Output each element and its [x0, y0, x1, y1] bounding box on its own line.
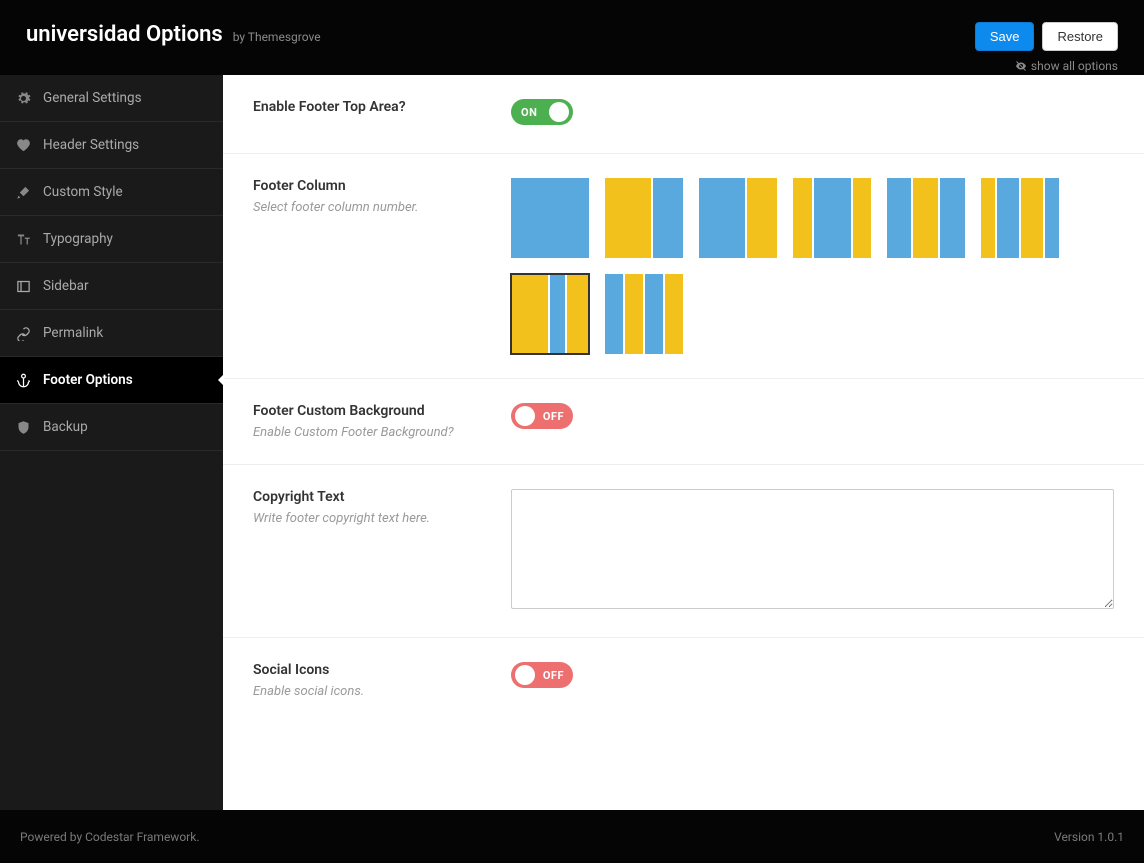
sidebar-item-label: Footer Options [43, 372, 133, 388]
layout-column [887, 178, 911, 258]
section-footer-column: Footer Column Select footer column numbe… [223, 154, 1144, 379]
sidebar-item-label: Sidebar [43, 278, 89, 294]
layout-column [793, 178, 812, 258]
footer-layout-option-7[interactable] [511, 274, 589, 354]
footer-version: Version 1.0.1 [1054, 830, 1124, 844]
cogs-icon [16, 91, 31, 106]
sidebar: General Settings Header Settings Custom St… [0, 75, 223, 810]
sidebar-item-backup[interactable]: Backup [0, 404, 223, 451]
sidebar-item-label: General Settings [43, 90, 142, 106]
footer-powered: Powered by Codestar Framework. [20, 830, 199, 844]
section-social: Social Icons Enable social icons. OFF [223, 638, 1144, 723]
toggle-label: ON [521, 106, 537, 119]
sidebar-item-custom-style[interactable]: Custom Style [0, 169, 223, 216]
sidebar-item-header-settings[interactable]: Header Settings [0, 122, 223, 169]
layout-column [645, 274, 663, 354]
toggle-knob [515, 665, 535, 685]
footer-layout-option-1[interactable] [511, 178, 589, 258]
layout-column [511, 274, 548, 354]
layout-column [1045, 178, 1059, 258]
layout-column [550, 274, 565, 354]
layout-column [625, 274, 643, 354]
footer-layout-option-2[interactable] [605, 178, 683, 258]
link-icon [16, 326, 31, 341]
layout-column [981, 178, 995, 258]
show-all-label: show all options [1031, 59, 1118, 73]
toggle-enable-footer-top[interactable]: ON [511, 99, 573, 125]
label-copyright: Copyright Text [253, 489, 481, 505]
sidebar-item-label: Header Settings [43, 137, 139, 153]
layout-column [511, 178, 589, 258]
label-footer-bg: Footer Custom Background [253, 403, 481, 419]
label-footer-column: Footer Column [253, 178, 481, 194]
layout-column [605, 178, 651, 258]
footer-column-layouts [511, 178, 1114, 354]
section-copyright: Copyright Text Write footer copyright te… [223, 465, 1144, 638]
sidebar-item-label: Permalink [43, 325, 103, 341]
typography-icon [16, 232, 31, 247]
label-enable-footer-top: Enable Footer Top Area? [253, 99, 481, 115]
footer-layout-option-8[interactable] [605, 274, 683, 354]
topbar: universidad Options by Themesgrove Save … [0, 0, 1144, 75]
layout-column [853, 178, 872, 258]
sidebar-item-sidebar[interactable]: Sidebar [0, 263, 223, 310]
desc-footer-bg: Enable Custom Footer Background? [253, 425, 481, 440]
layout-column [814, 178, 851, 258]
toggle-knob [515, 406, 535, 426]
layout-column [699, 178, 745, 258]
copyright-textarea[interactable] [511, 489, 1114, 609]
heart-icon [16, 138, 31, 153]
anchor-icon [16, 373, 31, 388]
brush-icon [16, 185, 31, 200]
footer-bar: Powered by Codestar Framework. Version 1… [0, 810, 1144, 863]
footer-layout-option-3[interactable] [699, 178, 777, 258]
save-button[interactable]: Save [975, 22, 1035, 51]
layout-column [1021, 178, 1043, 258]
toggle-social[interactable]: OFF [511, 662, 573, 688]
section-footer-bg: Footer Custom Background Enable Custom F… [223, 379, 1144, 465]
footer-layout-option-5[interactable] [887, 178, 965, 258]
layout-column [913, 178, 937, 258]
sidebar-item-label: Custom Style [43, 184, 123, 200]
footer-layout-option-6[interactable] [981, 178, 1059, 258]
shield-icon [16, 420, 31, 435]
desc-social: Enable social icons. [253, 684, 481, 699]
toggle-footer-bg[interactable]: OFF [511, 403, 573, 429]
layout-column [605, 274, 623, 354]
sidebar-item-footer-options[interactable]: Footer Options [0, 357, 223, 404]
toggle-label: OFF [543, 669, 564, 682]
section-enable-footer-top: Enable Footer Top Area? ON [223, 75, 1144, 154]
content: Enable Footer Top Area? ON Footer Column… [223, 75, 1144, 810]
footer-layout-option-4[interactable] [793, 178, 871, 258]
toggle-label: OFF [543, 410, 564, 423]
sidebar-item-general-settings[interactable]: General Settings [0, 75, 223, 122]
sidebar-icon [16, 279, 31, 294]
sidebar-item-typography[interactable]: Typography [0, 216, 223, 263]
app-title: universidad Options [26, 22, 223, 47]
layout-column [940, 178, 965, 258]
layout-column [653, 178, 683, 258]
topbar-title-group: universidad Options by Themesgrove [26, 22, 321, 47]
sidebar-item-label: Typography [43, 231, 113, 247]
desc-copyright: Write footer copyright text here. [253, 511, 481, 526]
layout-column [665, 274, 683, 354]
topbar-actions: Save Restore show all options [975, 22, 1118, 73]
restore-button[interactable]: Restore [1042, 22, 1118, 51]
layout-column [997, 178, 1019, 258]
eye-slash-icon [1015, 60, 1027, 72]
app-byline: by Themesgrove [233, 30, 321, 44]
label-social: Social Icons [253, 662, 481, 678]
sidebar-item-label: Backup [43, 419, 88, 435]
toggle-knob [549, 102, 569, 122]
layout-column [747, 178, 777, 258]
show-all-options-link[interactable]: show all options [1015, 59, 1118, 73]
layout-column [567, 274, 589, 354]
sidebar-item-permalink[interactable]: Permalink [0, 310, 223, 357]
desc-footer-column: Select footer column number. [253, 200, 481, 215]
